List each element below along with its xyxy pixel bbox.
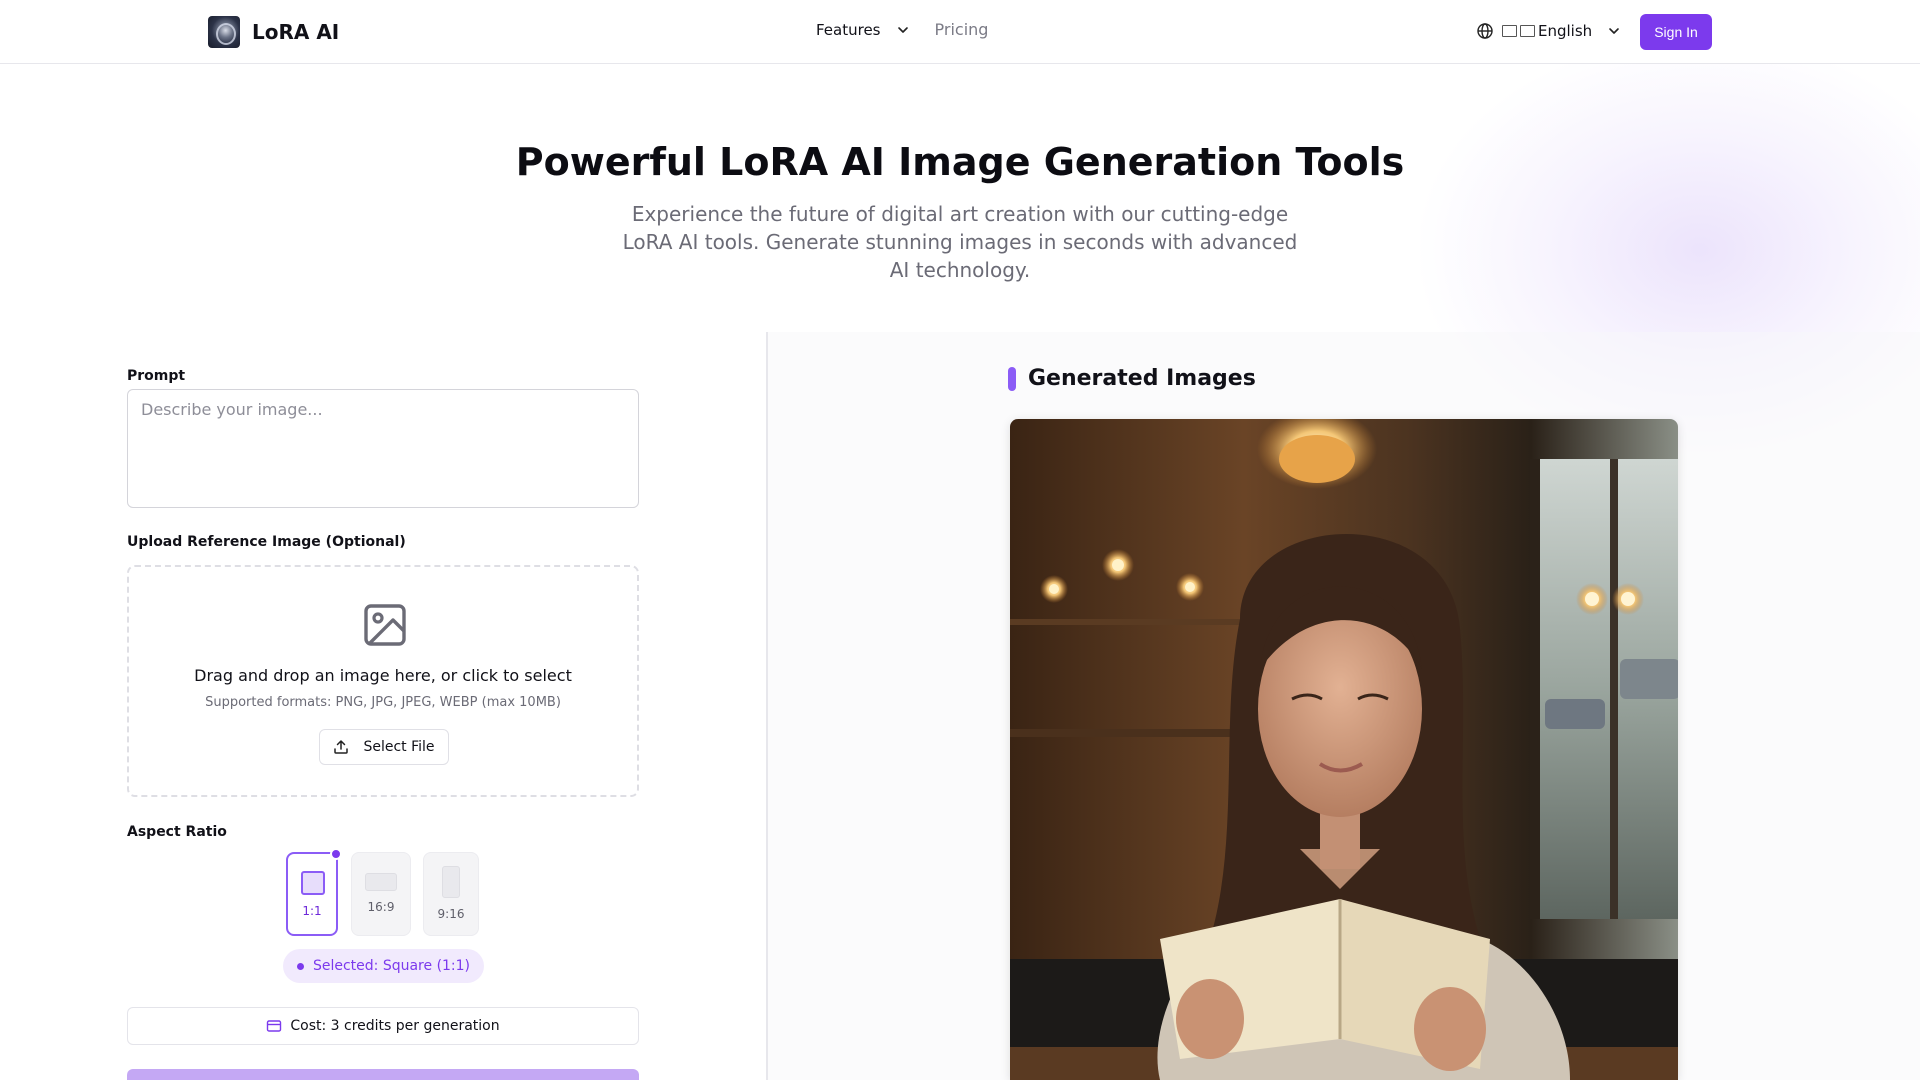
selected-ratio-badge: Selected: Square (1:1) — [283, 949, 484, 983]
aspect-ratio-label-16-9: 16:9 — [367, 900, 395, 914]
language-selector[interactable]: English — [1476, 22, 1622, 40]
aspect-ratio-label-1-1: 1:1 — [302, 904, 322, 918]
brand[interactable]: LoRA AI — [208, 16, 339, 48]
credit-card-icon — [267, 1020, 282, 1032]
chevron-down-icon — [897, 26, 908, 33]
portrait-ratio-icon — [442, 866, 460, 898]
cost-info: Cost: 3 credits per generation — [127, 1007, 639, 1045]
nav-pricing-link[interactable]: Pricing — [935, 20, 989, 39]
prompt-input[interactable] — [127, 389, 639, 508]
chevron-down-icon — [1609, 28, 1619, 34]
generated-image[interactable] — [1010, 419, 1678, 1080]
flag-icon — [1520, 25, 1535, 37]
generated-images-header: Generated Images — [1008, 366, 1256, 391]
select-file-label: Select File — [363, 739, 435, 755]
main-nav: Features Pricing — [816, 20, 988, 39]
landscape-ratio-icon — [365, 873, 397, 891]
square-ratio-icon — [301, 871, 325, 895]
image-upload-dropzone[interactable]: Drag and drop an image here, or click to… — [127, 565, 639, 797]
section-accent-bar — [1008, 366, 1016, 391]
selected-ratio-text: Selected: Square (1:1) — [312, 958, 471, 974]
brand-name: LoRA AI — [252, 20, 340, 44]
nav-features-label: Features — [816, 20, 881, 39]
globe-icon — [1477, 23, 1493, 39]
nav-features-dropdown[interactable]: Features — [816, 21, 911, 39]
top-navigation-bar: LoRA AI Features Pricing English Sign In — [0, 0, 1920, 64]
hero-title: Powerful LoRA AI Image Generation Tools — [515, 140, 1405, 184]
aspect-ratio-label-9-16: 9:16 — [437, 907, 465, 921]
image-icon — [364, 604, 406, 646]
flag-icon — [1502, 25, 1517, 37]
prompt-label: Prompt — [127, 368, 186, 384]
aspect-ratio-1-1[interactable]: 1:1 — [286, 848, 342, 936]
upload-icon — [334, 740, 349, 754]
badge-dot — [296, 962, 304, 970]
generate-button[interactable] — [127, 1069, 639, 1080]
upload-title: Drag and drop an image here, or click to… — [194, 666, 572, 685]
aspect-ratio-16-9[interactable]: 16:9 — [351, 852, 411, 936]
aspect-ratio-label: Aspect Ratio — [127, 824, 227, 840]
generated-image-illustration — [1010, 419, 1678, 1080]
sign-in-button[interactable]: Sign In — [1640, 14, 1712, 50]
brand-logo — [208, 16, 240, 48]
select-file-button[interactable]: Select File — [319, 729, 449, 765]
hero-subtitle: Experience the future of digital art cre… — [622, 202, 1298, 282]
aspect-ratio-9-16[interactable]: 9:16 — [423, 852, 479, 936]
upload-label: Upload Reference Image (Optional) — [127, 534, 406, 550]
panel-divider — [766, 332, 768, 1080]
upload-formats-hint: Supported formats: PNG, JPG, JPEG, WEBP … — [205, 695, 561, 710]
generated-images-title: Generated Images — [1028, 366, 1256, 391]
selected-indicator-dot — [330, 848, 342, 860]
cost-text: Cost: 3 credits per generation — [290, 1018, 500, 1034]
language-label: English — [1538, 22, 1593, 40]
